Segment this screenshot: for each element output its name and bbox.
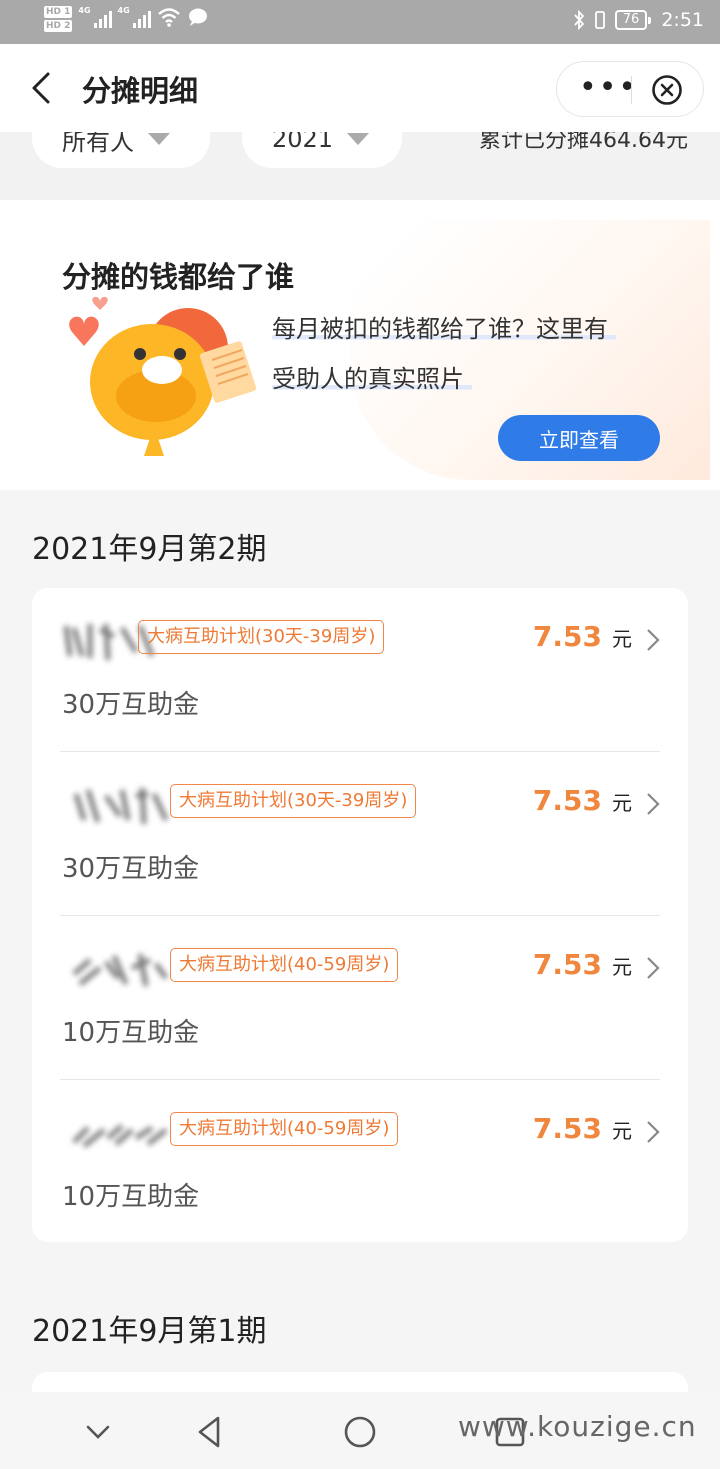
plan-tag: 大病互助计划(30天-39周岁)	[138, 620, 385, 654]
vibrate-icon	[594, 11, 605, 29]
amount-value: 7.53	[532, 1112, 602, 1145]
network-2-label: 4G	[117, 6, 130, 15]
banner-line-1: 每月被扣的钱都给了谁？这里有	[272, 315, 616, 343]
view-now-button[interactable]: 立即查看	[498, 415, 660, 461]
amount-unit: 元	[612, 791, 632, 815]
blurred-member-name	[73, 787, 169, 825]
period-title: 2021年9月第1期	[32, 1314, 267, 1349]
list-item[interactable]: 大病互助计划(40-59周岁) 7.53 元 10万互助金	[32, 1080, 688, 1244]
battery-indicator: 76	[614, 10, 651, 30]
mascot-illustration	[69, 296, 257, 456]
banner-description: 每月被扣的钱都给了谁？这里有 受助人的真实照片	[272, 304, 672, 404]
chevron-right-icon	[647, 629, 660, 651]
amount-unit: 元	[612, 955, 632, 979]
sim-badges: HD 1 HD 2	[44, 6, 73, 32]
list-item[interactable]: 大病互助计划(30天-39周岁) 7.53 元 30万互助金	[32, 588, 688, 752]
list-item[interactable]: 大病互助计划(30天-39周岁) 7.53 元 30万互助金	[32, 752, 688, 916]
status-bar-left: HD 1 HD 2 4G 4G	[44, 6, 209, 32]
fund-amount-label: 30万互助金	[62, 854, 200, 884]
fund-amount-label: 10万互助金	[62, 1182, 200, 1212]
banner-title: 分摊的钱都给了谁	[62, 260, 295, 294]
chevron-right-icon	[647, 1121, 660, 1143]
plan-tag: 大病互助计划(40-59周岁)	[170, 948, 399, 982]
sim1-badge: HD 1	[44, 6, 73, 18]
watermark-text: www.kouzige.cn	[458, 1410, 697, 1443]
signal-2-icon: 4G	[118, 6, 151, 28]
sim2-badge: HD 2	[44, 20, 73, 32]
wifi-icon	[157, 8, 180, 27]
blurred-member-name	[72, 1124, 168, 1148]
signal-1-icon: 4G	[78, 6, 112, 28]
nav-home-icon[interactable]	[342, 1414, 378, 1450]
close-circle-icon[interactable]	[651, 74, 683, 106]
share-amount: 7.53 元	[533, 784, 632, 817]
bluetooth-icon	[574, 10, 585, 30]
amount-unit: 元	[612, 1119, 632, 1143]
share-amount: 7.53 元	[533, 948, 632, 981]
page-title: 分摊明细	[82, 74, 199, 108]
miniapp-capsule: •••	[556, 61, 704, 117]
banner-line-2: 受助人的真实照片	[272, 365, 472, 393]
chevron-right-icon	[647, 957, 660, 979]
fund-amount-label: 30万互助金	[62, 690, 200, 720]
network-1-label: 4G	[78, 6, 91, 15]
capsule-divider	[631, 76, 632, 104]
nav-back-icon[interactable]	[192, 1414, 228, 1450]
system-nav-bar: www.kouzige.cn	[0, 1392, 720, 1469]
status-bar: HD 1 HD 2 4G 4G 76 2:51	[0, 0, 720, 44]
chevron-right-icon	[647, 793, 660, 815]
dropdown-triangle-icon	[148, 133, 170, 145]
chat-bubble-icon	[188, 8, 207, 26]
amount-value: 7.53	[532, 620, 602, 653]
fund-amount-label: 10万互助金	[62, 1018, 200, 1048]
amount-value: 7.53	[532, 784, 602, 817]
nav-down-icon[interactable]	[80, 1414, 116, 1450]
dropdown-triangle-icon	[347, 133, 370, 145]
period-title: 2021年9月第2期	[32, 532, 267, 567]
period-card: 大病互助计划(30天-39周岁) 7.53 元 30万互助金 大病互助计划(30天…	[32, 588, 688, 1242]
amount-value: 7.53	[532, 948, 602, 981]
page-header: 分摊明细 •••	[0, 44, 720, 132]
share-amount: 7.53 元	[533, 1112, 632, 1145]
share-amount: 7.53 元	[533, 620, 632, 653]
back-arrow-icon[interactable]	[28, 70, 56, 106]
plan-tag: 大病互助计划(30天-39周岁)	[170, 784, 417, 818]
amount-unit: 元	[612, 627, 632, 651]
clock: 2:51	[661, 9, 704, 31]
blurred-member-name	[72, 953, 169, 987]
more-icon[interactable]: •••	[579, 73, 638, 103]
plan-tag: 大病互助计划(40-59周岁)	[170, 1112, 399, 1146]
info-banner: 分摊的钱都给了谁 每月被扣的钱都给了谁？这里有 受助人的真实照片 立即查看	[0, 200, 720, 490]
list-item[interactable]: 大病互助计划(40-59周岁) 7.53 元 10万互助金	[32, 916, 688, 1080]
status-bar-right: 76 2:51	[573, 9, 704, 31]
